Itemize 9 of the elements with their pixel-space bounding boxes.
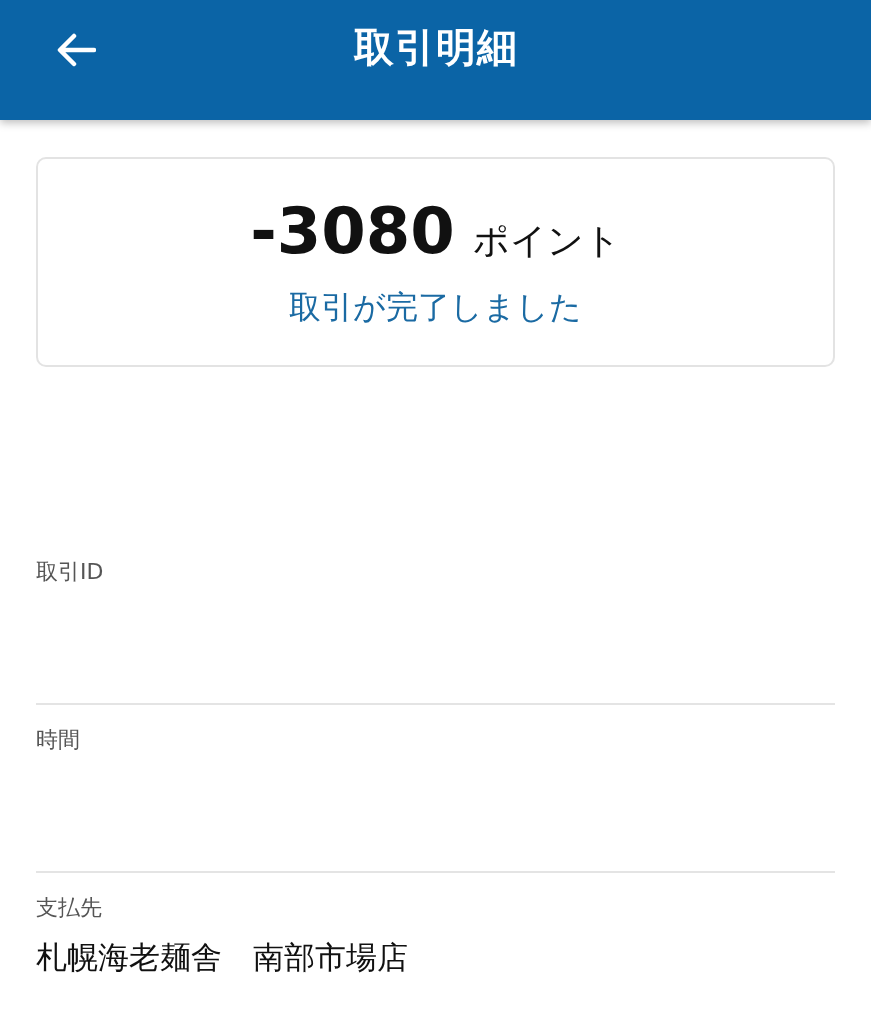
field-label: 支払先 (36, 894, 103, 922)
point-amount: -3080 (250, 194, 455, 268)
point-unit: ポイント (472, 219, 621, 263)
back-arrow-icon (56, 32, 96, 68)
field-label: 取引ID (36, 558, 105, 586)
page-title: 取引明細 (353, 22, 518, 72)
field-value: 札幌海老麺舎 南部市場店 (36, 938, 409, 977)
field-label: 時間 (36, 726, 81, 754)
transaction-status: 取引が完了しました (289, 287, 582, 328)
